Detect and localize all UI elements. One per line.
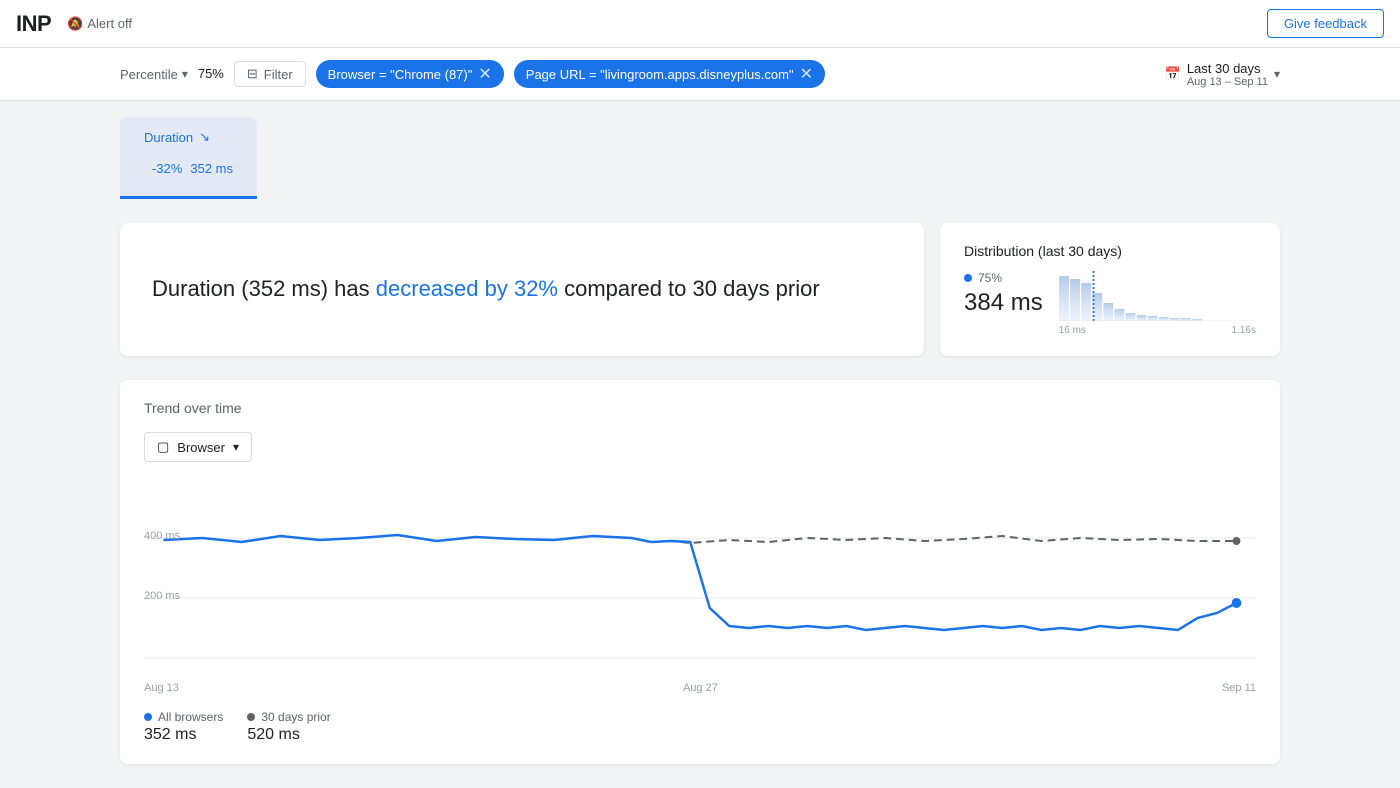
- percentile-value: 75%: [198, 67, 224, 81]
- chart-container: [144, 478, 1256, 678]
- browser-icon: ▢: [157, 439, 169, 455]
- dist-dot: [964, 274, 972, 282]
- percentile-label: Percentile: [120, 67, 178, 82]
- distribution-card: Distribution (last 30 days) 75% 384 ms: [940, 223, 1280, 356]
- chevron-down-icon-browser: ▾: [233, 440, 239, 454]
- filter-button[interactable]: ⊟ Filter: [234, 61, 306, 87]
- summary-text: Duration (352 ms) has decreased by 32% c…: [152, 274, 820, 305]
- filters-row: Percentile ▾ 75% ⊟ Filter Browser = "Chr…: [0, 48, 1400, 101]
- remove-url-filter-icon[interactable]: ✕: [800, 64, 813, 84]
- dist-percentile: 75%: [964, 271, 1043, 285]
- distribution-left: 75% 384 ms: [964, 271, 1043, 317]
- chevron-down-icon: ▾: [182, 67, 188, 81]
- date-range-selector[interactable]: 📅 Last 30 days Aug 13 – Sep 11 ▾: [1165, 61, 1280, 88]
- chart-x-labels: Aug 13 Aug 27 Sep 11: [144, 678, 1256, 698]
- trending-down-icon: ↘: [199, 129, 210, 145]
- chevron-down-icon-date: ▾: [1274, 67, 1280, 81]
- browser-selector[interactable]: ▢ Browser ▾: [144, 432, 252, 462]
- url-filter-chip[interactable]: Page URL = "livingroom.apps.disneyplus.c…: [514, 60, 825, 88]
- metric-tabs-row: Duration ↘ -32%352 ms: [0, 101, 1400, 199]
- distribution-body: 75% 384 ms: [964, 271, 1256, 336]
- dist-value: 384 ms: [964, 289, 1043, 317]
- duration-tab[interactable]: Duration ↘ -32%352 ms: [120, 117, 257, 199]
- bell-off-icon: 🔕: [67, 16, 83, 32]
- trend-chart: [144, 478, 1256, 678]
- distribution-title: Distribution (last 30 days): [964, 243, 1256, 259]
- dist-chart-area: [1059, 271, 1256, 321]
- percentile-control[interactable]: Percentile ▾: [120, 67, 188, 82]
- top-bar-right: Give feedback: [1267, 9, 1384, 38]
- legend-all-browsers: All browsers 352 ms: [144, 710, 223, 744]
- calendar-icon: 📅: [1165, 66, 1181, 82]
- summary-cards: Duration (352 ms) has decreased by 32% c…: [120, 223, 1280, 356]
- distribution-chart: 16 ms 1.16s: [1059, 271, 1256, 336]
- main-content: Duration (352 ms) has decreased by 32% c…: [0, 199, 1400, 788]
- give-feedback-button[interactable]: Give feedback: [1267, 9, 1384, 38]
- top-bar: INP 🔕 Alert off Give feedback: [0, 0, 1400, 48]
- metric-badge: INP: [16, 11, 51, 37]
- metric-tab-value: -32%352 ms: [144, 149, 233, 180]
- legend-prior: 30 days prior 520 ms: [247, 710, 330, 744]
- remove-browser-filter-icon[interactable]: ✕: [478, 64, 491, 84]
- browser-filter-chip[interactable]: Browser = "Chrome (87)" ✕: [316, 60, 504, 88]
- legend-dot-gray: [247, 713, 255, 721]
- legend-prior-value: 520 ms: [247, 726, 330, 744]
- filter-icon: ⊟: [247, 66, 258, 82]
- metric-tab-label: Duration ↘: [144, 129, 233, 145]
- legend-dot-blue: [144, 713, 152, 721]
- summary-card: Duration (352 ms) has decreased by 32% c…: [120, 223, 924, 356]
- dist-axis: 16 ms 1.16s: [1059, 325, 1256, 336]
- date-range-label: Last 30 days: [1187, 61, 1268, 76]
- trend-section-label: Trend over time: [144, 400, 1256, 416]
- trend-section: Trend over time ▢ Browser ▾: [120, 380, 1280, 764]
- date-range-sub: Aug 13 – Sep 11: [1187, 76, 1268, 88]
- legend-all-browsers-value: 352 ms: [144, 726, 223, 744]
- chart-legend: All browsers 352 ms 30 days prior 520 ms: [144, 710, 1256, 744]
- top-bar-left: INP 🔕 Alert off: [16, 11, 132, 37]
- alert-status[interactable]: 🔕 Alert off: [67, 16, 132, 32]
